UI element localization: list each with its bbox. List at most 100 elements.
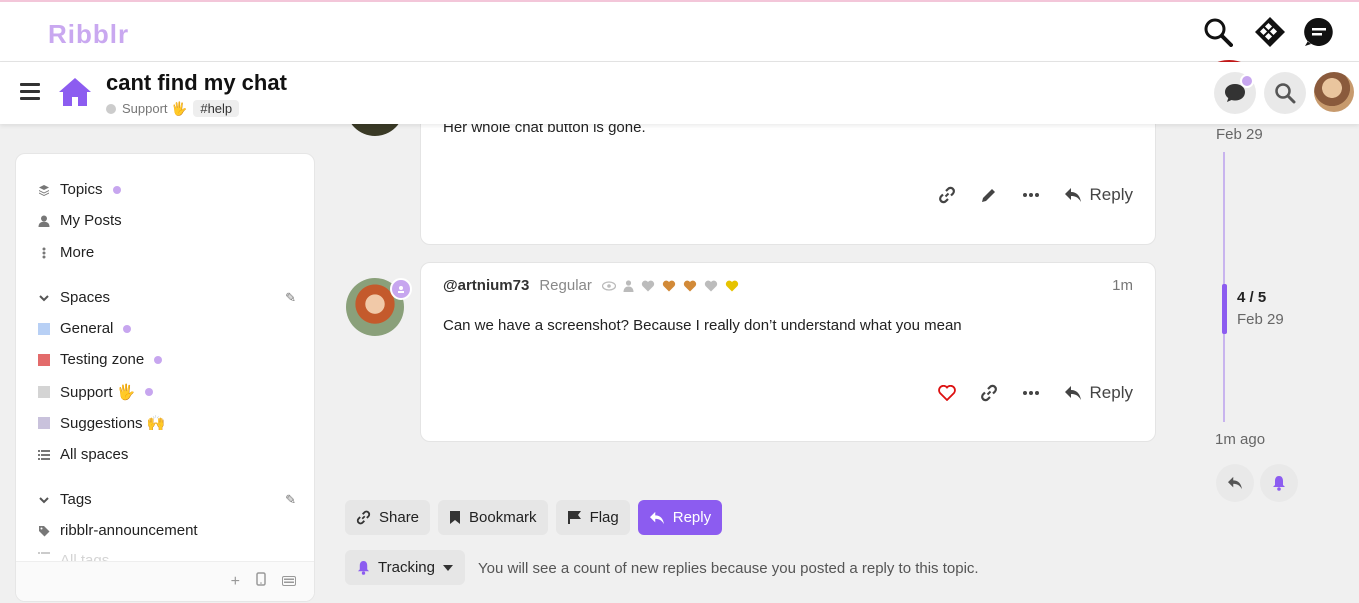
sidebar-item-label: Testing zone [60, 351, 145, 368]
layers-icon [38, 184, 50, 196]
hamburger-menu-icon[interactable] [20, 83, 40, 101]
reply-icon [1064, 386, 1081, 400]
timeline-end-date[interactable]: 1m ago [1215, 431, 1265, 448]
bookmark-label: Bookmark [469, 509, 537, 526]
sidebar-item-tag[interactable]: ribblr-announcement [38, 522, 198, 539]
topic-title[interactable]: cant find my chat [106, 70, 287, 96]
user-title: Regular [539, 277, 592, 294]
plus-icon[interactable]: + [231, 573, 240, 591]
sidebar-item-space-support[interactable]: Support 🖐 [38, 383, 154, 401]
post-actions: Reply [937, 383, 1133, 403]
grey-heart-icon [641, 280, 655, 291]
sidebar-item-topics[interactable]: Topics [38, 181, 121, 198]
tags-header: Tags [60, 491, 92, 508]
post-username[interactable]: @artnium73 [443, 277, 529, 294]
post-card: @artnium73 Regular 1m Can we have a scre… [420, 262, 1156, 442]
user-avatar[interactable] [1314, 72, 1354, 112]
sidebar-item-my-posts[interactable]: My Posts [38, 212, 122, 229]
flag-button[interactable]: Flag [555, 500, 630, 535]
copy-link-icon[interactable] [980, 384, 998, 402]
reply-icon [1064, 188, 1081, 202]
reply-label: Reply [1089, 185, 1133, 204]
post-time[interactable]: 1m [1112, 277, 1133, 294]
keyboard-icon[interactable] [282, 573, 296, 591]
home-icon[interactable] [57, 76, 93, 113]
back-arrow-icon [1228, 476, 1242, 490]
topic-footer-buttons: Share Bookmark Flag Reply [345, 500, 723, 535]
vertical-dots-icon [38, 247, 50, 259]
reply-primary-button[interactable]: Reply [637, 500, 723, 535]
edit-pencil-icon[interactable] [980, 186, 998, 204]
eye-icon [601, 280, 616, 291]
timeline-position: 4 / 5 [1237, 289, 1267, 306]
more-actions-icon[interactable] [1022, 192, 1040, 198]
chevron-down-icon [38, 294, 50, 302]
bookmark-icon [450, 511, 461, 524]
topic-category[interactable]: Support 🖐 [122, 101, 187, 117]
bell-icon [357, 561, 370, 575]
sidebar-item-label: More [60, 244, 95, 261]
tracking-dropdown[interactable]: Tracking [345, 550, 465, 585]
timeline-start-date[interactable]: Feb 29 [1216, 126, 1263, 143]
bookmark-button[interactable]: Bookmark [438, 500, 548, 535]
flag-icon [567, 511, 581, 524]
new-activity-dot [112, 185, 121, 194]
post-actions: Reply [938, 185, 1133, 205]
timeline-handle[interactable] [1222, 284, 1227, 334]
copy-link-icon[interactable] [938, 186, 956, 204]
sidebar-item-more[interactable]: More [38, 244, 94, 261]
user-badges [601, 279, 739, 292]
space-color-square [38, 417, 50, 429]
sidebar-item-label: My Posts [60, 212, 122, 229]
search-icon[interactable] [1202, 16, 1234, 48]
timeline-notifications-button[interactable] [1260, 464, 1298, 502]
edit-spaces-pencil-icon[interactable]: ✎ [285, 290, 296, 306]
sidebar-item-all-spaces[interactable]: All spaces [38, 446, 128, 463]
sidebar-item-space-testing-zone[interactable]: Testing zone [38, 351, 163, 368]
timeline-position-date: Feb 29 [1237, 311, 1284, 328]
post-header: @artnium73 Regular [443, 277, 739, 294]
new-activity-dot [123, 324, 132, 333]
spaces-header: Spaces [60, 289, 111, 306]
sidebar-item-label: General [60, 320, 114, 337]
spaces-section-toggle[interactable]: Spaces [38, 289, 110, 306]
caret-down-icon [442, 564, 453, 571]
tracking-description: You will see a count of new replies beca… [478, 560, 979, 577]
sidebar-item-label: Support 🖐 [60, 384, 136, 401]
reply-button[interactable]: Reply [1064, 185, 1133, 205]
sidebar-item-label: Topics [60, 181, 103, 198]
sidebar-item-space-suggestions[interactable]: Suggestions 🙌 [38, 414, 165, 432]
silver-heart-icon [704, 280, 718, 291]
share-label: Share [379, 509, 420, 526]
topic-header: cant find my chat Support 🖐 #help [0, 62, 1359, 124]
edit-tags-pencil-icon[interactable]: ✎ [285, 492, 296, 508]
timeline-back-button[interactable] [1216, 464, 1254, 502]
space-color-square [38, 353, 50, 366]
search-icon [1275, 83, 1296, 104]
site-logo[interactable]: Ribblr [48, 19, 129, 50]
reply-button[interactable]: Reply [1064, 383, 1133, 403]
tag-icon [38, 525, 50, 537]
category-color-dot [106, 103, 116, 114]
sidebar-item-space-general[interactable]: General [38, 320, 132, 337]
more-actions-icon[interactable] [1022, 390, 1040, 396]
pattern-diamond-icon[interactable] [1254, 16, 1286, 48]
reply-label: Reply [1089, 383, 1133, 402]
bell-icon [1273, 476, 1285, 491]
chat-bubble-icon[interactable] [1303, 16, 1335, 48]
user-icon [38, 215, 50, 227]
topic-meta: Support 🖐 #help [106, 100, 240, 117]
flag-label: Flag [589, 509, 619, 526]
gold-heart-icon [725, 280, 739, 291]
topic-tag[interactable]: #help [193, 100, 240, 117]
share-button[interactable]: Share [345, 500, 431, 535]
header-search-button[interactable] [1264, 72, 1306, 114]
chat-button[interactable] [1214, 72, 1256, 114]
new-activity-dot [154, 355, 163, 364]
chevron-down-icon [38, 496, 50, 504]
reply-label: Reply [672, 509, 712, 526]
tags-section-toggle[interactable]: Tags [38, 491, 92, 508]
link-icon [356, 510, 371, 525]
mobile-view-icon[interactable] [256, 572, 266, 591]
like-heart-icon[interactable] [937, 385, 956, 401]
